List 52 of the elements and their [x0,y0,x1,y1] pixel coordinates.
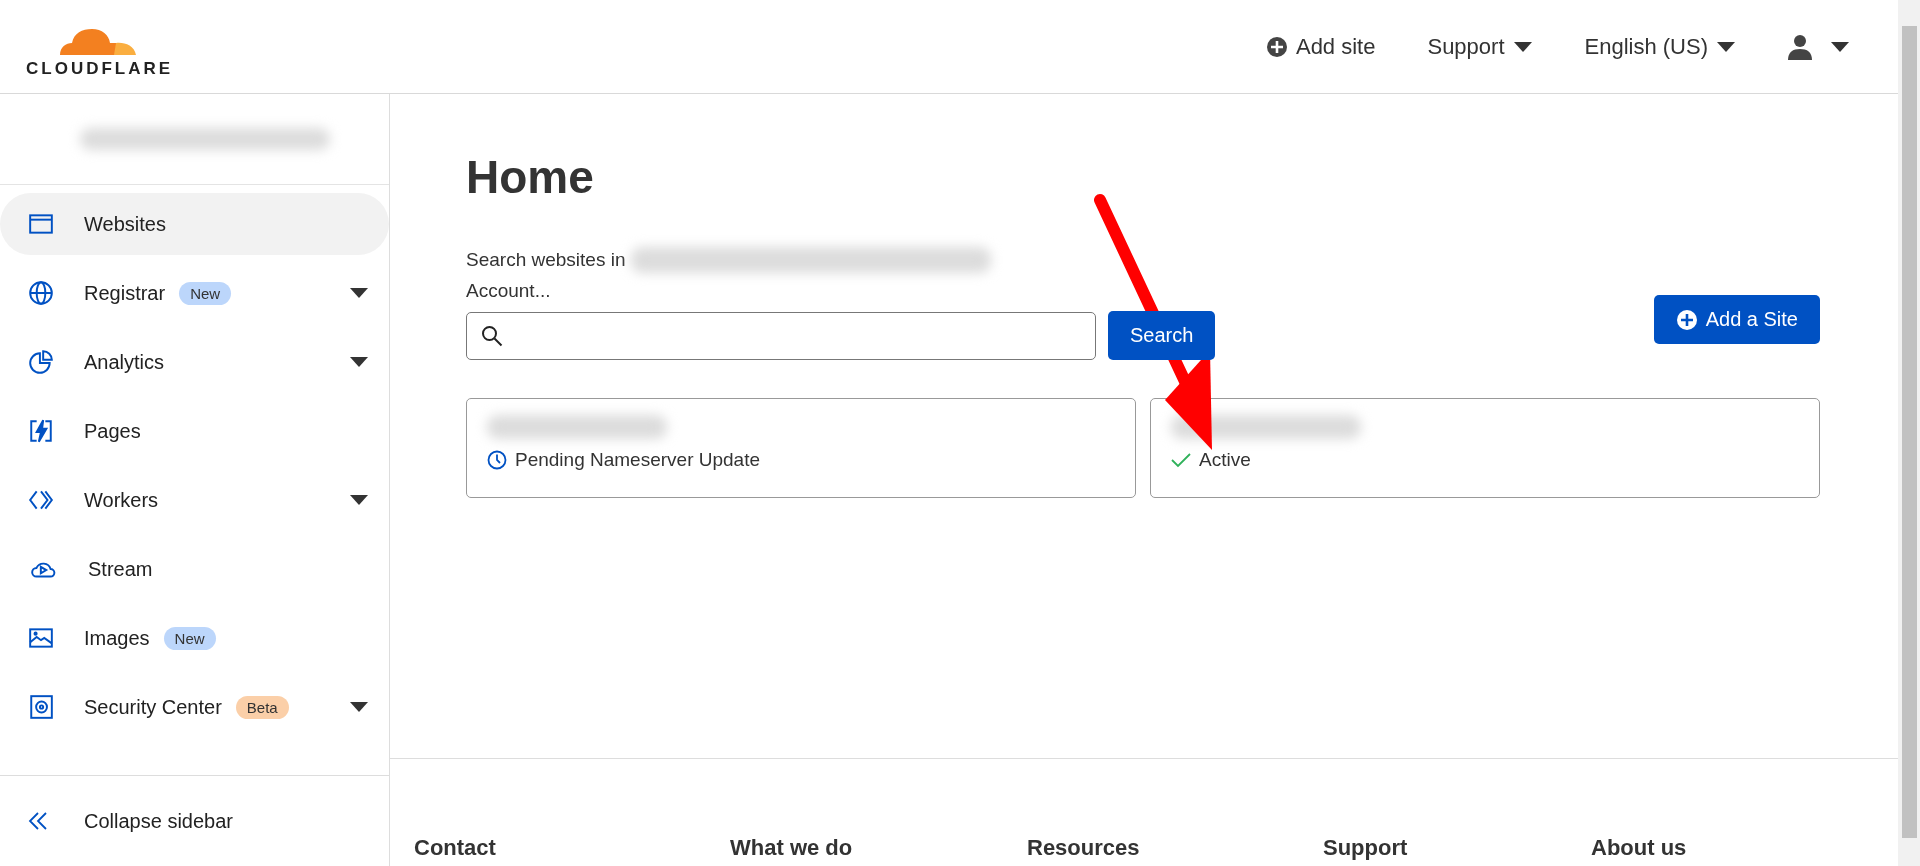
status-badge: Beta [235,695,289,719]
footer-heading: About us [1591,835,1688,861]
search-label: Search websites in [466,248,626,272]
image-icon [28,625,54,651]
add-site-link[interactable]: Add site [1265,33,1376,60]
cloudflare-logo[interactable]: CLOUDFLARE [26,20,174,79]
sidebar-item[interactable]: Websites [0,193,389,255]
sidebar-item[interactable]: Stream [0,538,389,600]
caret-icon [1512,40,1533,53]
user-icon [1788,33,1812,60]
site-status: Pending Nameserver Update [515,449,761,471]
globe-icon [28,280,54,306]
sidebar-item[interactable]: Registrar New [0,262,389,324]
add-site-button[interactable]: Add a Site [1653,295,1820,344]
safe-icon [28,694,54,720]
user-menu[interactable] [1788,33,1850,60]
double-chevron-left-icon [28,810,50,832]
expand-caret-icon [349,356,369,368]
status-badge: New [179,281,232,305]
search-button[interactable]: Search [1108,311,1216,360]
search-icon [481,325,503,347]
expand-caret-icon [349,494,369,506]
footer-heading: Support [1323,835,1409,861]
website-card[interactable]: Pending Nameserver Update [466,398,1136,498]
footer-heading: Resources [1027,835,1141,861]
sidebar-item[interactable]: Images New [0,607,389,669]
sidebar-item[interactable]: Workers [0,469,389,531]
plus-circle-icon [1265,35,1288,58]
site-status: Active [1199,449,1251,471]
caret-icon [1830,40,1850,53]
plus-circle-icon [1675,308,1698,331]
sidebar-item[interactable]: Security Center Beta [0,676,389,738]
search-label: Account... [466,279,551,303]
collapse-sidebar-button[interactable]: Collapse sidebar [0,775,389,866]
scrollbar[interactable] [1898,0,1920,866]
check-icon [1171,452,1191,468]
sidebar-item[interactable]: Analytics [0,331,389,393]
footer-heading: Contact [414,835,497,861]
clock-icon [487,450,507,470]
footer-heading: What we do [730,835,854,861]
search-field[interactable] [466,312,1096,360]
page-title: Home [466,150,595,204]
expand-caret-icon [349,701,369,713]
expand-caret-icon [349,287,369,299]
browser-icon [28,211,54,237]
menu-dropdown[interactable]: Support [1427,33,1533,60]
menu-dropdown[interactable]: English (US) [1584,33,1736,60]
caret-icon [1716,40,1736,53]
status-badge: New [163,626,216,650]
lightning-icon [28,418,54,444]
pie-chart-icon [28,349,54,375]
sidebar-item[interactable]: Pages [0,400,389,462]
